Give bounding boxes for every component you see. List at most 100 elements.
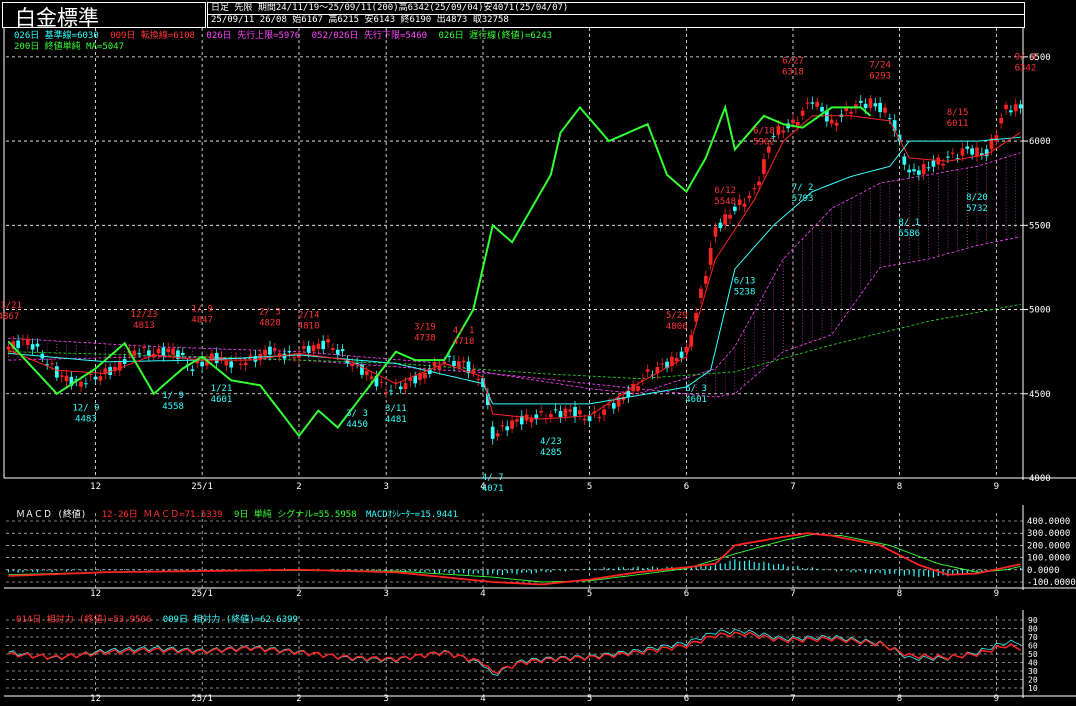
candle-body xyxy=(55,366,59,378)
candle-body xyxy=(597,417,602,419)
candle-body xyxy=(166,348,171,352)
candle-body xyxy=(941,163,945,166)
candle-body xyxy=(263,349,267,356)
candle-body xyxy=(335,349,340,355)
senkou-span-a-line xyxy=(8,152,1021,395)
candle-body xyxy=(703,275,708,284)
candle-body xyxy=(587,416,592,422)
swing-annotation: 6/12 5548 xyxy=(714,186,736,207)
candle-body xyxy=(636,386,640,391)
swing-annotation: 7/ 2 5793 xyxy=(792,183,814,204)
candle-body xyxy=(297,353,301,358)
candle-body xyxy=(815,101,820,107)
candle-body xyxy=(800,110,805,116)
macd-y-label: 200.0000 xyxy=(1027,541,1070,551)
candle-body xyxy=(495,433,500,437)
rsi14-line xyxy=(8,631,1021,675)
candle-body xyxy=(907,169,912,173)
candle-body xyxy=(810,102,815,104)
candle-body xyxy=(737,199,742,205)
swing-annotation: 1/ 9 4847 xyxy=(191,304,213,325)
macd-y-label: -100.0000 xyxy=(1027,578,1076,588)
candle-body xyxy=(156,348,161,354)
swing-annotation: 11/214867 xyxy=(0,301,22,322)
candle-body xyxy=(887,118,892,120)
macd-x-label: 2 xyxy=(296,589,301,599)
swing-annotation: 9/ 4 6342 xyxy=(1015,52,1037,73)
candle-body xyxy=(999,117,1004,124)
candle-body xyxy=(568,409,573,412)
chikou-line xyxy=(7,104,872,438)
candle-body xyxy=(946,156,950,158)
candle-body xyxy=(742,203,747,207)
candle-body xyxy=(757,181,761,186)
candle-body xyxy=(965,146,970,149)
candle-body xyxy=(975,147,979,156)
macd-x-label: 4 xyxy=(480,589,485,599)
candle-body xyxy=(762,159,766,174)
candle-body xyxy=(461,360,466,363)
candle-body xyxy=(490,426,495,439)
candle-body xyxy=(529,418,534,423)
candle-body xyxy=(59,375,64,377)
candle-body xyxy=(868,98,873,108)
candle-body xyxy=(820,106,824,112)
macd-x-label: 12 xyxy=(90,589,101,599)
candle-body xyxy=(897,134,902,142)
candle-body xyxy=(229,361,234,368)
swing-annotation: 8/ 1 5586 xyxy=(898,218,920,239)
candle-body xyxy=(98,376,103,381)
candle-body xyxy=(379,381,384,383)
candle-body xyxy=(398,386,403,390)
candle-body xyxy=(432,362,437,366)
candle-body xyxy=(209,353,214,360)
macd-y-label: 100.0000 xyxy=(1027,554,1070,564)
senkou-span-b-line xyxy=(8,236,1021,398)
swing-annotation: 6/13 5238 xyxy=(734,276,756,297)
candle-body xyxy=(926,167,931,169)
swing-annotation: 5/29 4806 xyxy=(666,311,688,332)
candle-body xyxy=(268,346,272,355)
candle-body xyxy=(147,350,151,356)
candle-body xyxy=(389,390,393,392)
candle-body xyxy=(1009,110,1013,113)
candle-body xyxy=(142,346,146,348)
candle-body xyxy=(718,222,723,229)
candle-body xyxy=(660,363,665,365)
candle-body xyxy=(645,369,650,372)
tenkan-line xyxy=(8,115,1021,420)
candle-body xyxy=(413,375,418,384)
swing-annotation: 3/ 3 4450 xyxy=(346,409,368,430)
price-y-label: 5500 xyxy=(1029,221,1051,231)
candle-body xyxy=(902,156,907,165)
candle-body xyxy=(679,351,684,358)
candle-body xyxy=(471,369,476,374)
candle-body xyxy=(301,346,306,349)
candle-body xyxy=(602,409,606,416)
candle-body xyxy=(500,425,505,427)
candle-body xyxy=(326,339,330,343)
candle-body xyxy=(578,410,582,415)
candle-body xyxy=(611,403,616,409)
candle-body xyxy=(16,340,20,348)
swing-annotation: 4/ 1 4718 xyxy=(453,326,475,347)
swing-annotation: 12/23 4813 xyxy=(130,310,157,331)
rsi-x-label: 4 xyxy=(480,694,485,704)
candle-body xyxy=(883,107,887,113)
candle-body xyxy=(863,103,868,109)
swing-annotation: 6/ 3 4601 xyxy=(685,384,707,405)
candle-body xyxy=(505,426,510,431)
candle-body xyxy=(447,355,451,357)
swing-annotation: 4/23 4285 xyxy=(540,437,562,458)
candle-body xyxy=(292,357,296,359)
macd-y-label: 400.0000 xyxy=(1027,517,1070,527)
candle-body xyxy=(960,148,965,156)
price-x-label: 8 xyxy=(897,482,902,492)
candle-body xyxy=(50,363,54,365)
candle-body xyxy=(21,338,25,340)
candle-body xyxy=(321,340,326,350)
price-y-label: 4000 xyxy=(1029,474,1051,484)
macd-signal-line xyxy=(8,533,1021,583)
price-x-label: 9 xyxy=(994,482,999,492)
candle-body xyxy=(912,169,916,172)
